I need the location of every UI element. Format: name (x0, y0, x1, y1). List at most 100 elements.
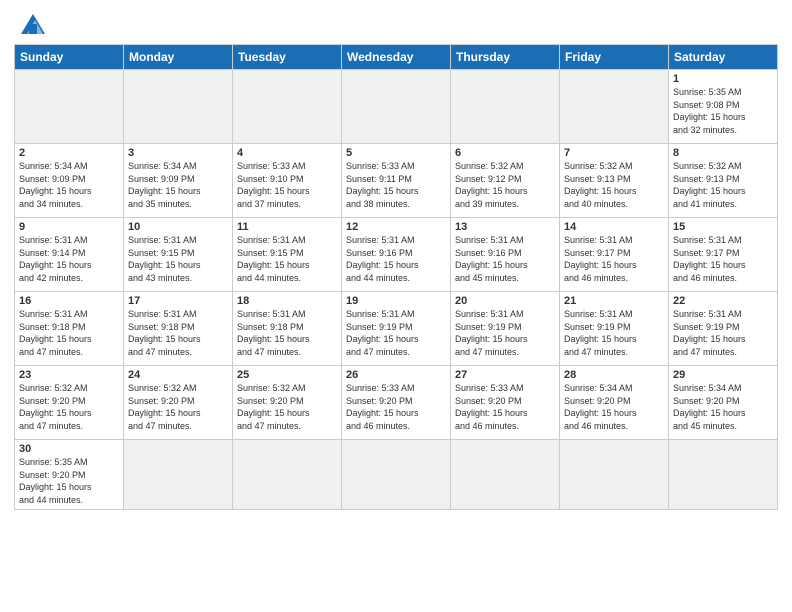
day-number: 28 (564, 369, 664, 381)
day-number: 15 (673, 221, 773, 233)
day-number: 7 (564, 147, 664, 159)
day-cell: 25Sunrise: 5:32 AM Sunset: 9:20 PM Dayli… (233, 366, 342, 440)
day-info: Sunrise: 5:31 AM Sunset: 9:19 PM Dayligh… (455, 308, 555, 358)
weekday-header-monday: Monday (124, 45, 233, 70)
day-number: 21 (564, 295, 664, 307)
day-number: 8 (673, 147, 773, 159)
day-cell: 21Sunrise: 5:31 AM Sunset: 9:19 PM Dayli… (560, 292, 669, 366)
day-cell: 27Sunrise: 5:33 AM Sunset: 9:20 PM Dayli… (451, 366, 560, 440)
day-info: Sunrise: 5:35 AM Sunset: 9:20 PM Dayligh… (19, 456, 119, 506)
calendar-header (14, 10, 778, 38)
weekday-header-wednesday: Wednesday (342, 45, 451, 70)
weekday-header-row: SundayMondayTuesdayWednesdayThursdayFrid… (15, 45, 778, 70)
day-cell: 11Sunrise: 5:31 AM Sunset: 9:15 PM Dayli… (233, 218, 342, 292)
day-number: 16 (19, 295, 119, 307)
day-cell: 7Sunrise: 5:32 AM Sunset: 9:13 PM Daylig… (560, 144, 669, 218)
day-number: 27 (455, 369, 555, 381)
day-cell (233, 70, 342, 144)
day-number: 11 (237, 221, 337, 233)
week-row-3: 9Sunrise: 5:31 AM Sunset: 9:14 PM Daylig… (15, 218, 778, 292)
day-info: Sunrise: 5:31 AM Sunset: 9:19 PM Dayligh… (346, 308, 446, 358)
day-info: Sunrise: 5:33 AM Sunset: 9:20 PM Dayligh… (346, 382, 446, 432)
week-row-4: 16 Sunrise: 5:31 AM Sunset: 9:18 PM Dayli… (15, 292, 778, 366)
day-cell: 28Sunrise: 5:34 AM Sunset: 9:20 PM Dayli… (560, 366, 669, 440)
day-info: Sunrise: 5:31 AM Sunset: 9:14 PM Dayligh… (19, 234, 119, 284)
day-cell: 8Sunrise: 5:32 AM Sunset: 9:13 PM Daylig… (669, 144, 778, 218)
day-cell: 4Sunrise: 5:33 AM Sunset: 9:10 PM Daylig… (233, 144, 342, 218)
day-cell (124, 440, 233, 510)
day-number: 25 (237, 369, 337, 381)
day-cell: 22Sunrise: 5:31 AM Sunset: 9:19 PM Dayli… (669, 292, 778, 366)
day-info: Sunrise: 5:31 AM Sunset: 9:19 PM Dayligh… (673, 308, 773, 358)
logo (14, 10, 49, 38)
day-info: Sunrise: 5:34 AM Sunset: 9:20 PM Dayligh… (564, 382, 664, 432)
day-cell: 10Sunrise: 5:31 AM Sunset: 9:15 PM Dayli… (124, 218, 233, 292)
week-row-2: 2Sunrise: 5:34 AM Sunset: 9:09 PM Daylig… (15, 144, 778, 218)
day-cell: 14Sunrise: 5:31 AM Sunset: 9:17 PM Dayli… (560, 218, 669, 292)
day-cell (342, 70, 451, 144)
day-info: Sunrise: 5:31 AM Sunset: 9:19 PM Dayligh… (564, 308, 664, 358)
day-info: Sunrise: 5:33 AM Sunset: 9:10 PM Dayligh… (237, 160, 337, 210)
day-cell (342, 440, 451, 510)
weekday-header-thursday: Thursday (451, 45, 560, 70)
day-number: 6 (455, 147, 555, 159)
day-info: Sunrise: 5:31 AM Sunset: 9:15 PM Dayligh… (128, 234, 228, 284)
day-cell: 3Sunrise: 5:34 AM Sunset: 9:09 PM Daylig… (124, 144, 233, 218)
day-cell: 12Sunrise: 5:31 AM Sunset: 9:16 PM Dayli… (342, 218, 451, 292)
day-cell (124, 70, 233, 144)
day-info: Sunrise: 5:34 AM Sunset: 9:09 PM Dayligh… (19, 160, 119, 210)
day-cell: 16Sunrise: 5:31 AM Sunset: 9:18 PM Dayli… (15, 292, 124, 366)
day-cell: 24Sunrise: 5:32 AM Sunset: 9:20 PM Dayli… (124, 366, 233, 440)
day-info: Sunrise: 5:31 AM Sunset: 9:17 PM Dayligh… (564, 234, 664, 284)
day-cell: 20Sunrise: 5:31 AM Sunset: 9:19 PM Dayli… (451, 292, 560, 366)
day-number: 26 (346, 369, 446, 381)
day-number: 14 (564, 221, 664, 233)
day-cell: 18Sunrise: 5:31 AM Sunset: 9:18 PM Dayli… (233, 292, 342, 366)
day-info: Sunrise: 5:31 AM Sunset: 9:17 PM Dayligh… (673, 234, 773, 284)
day-info: Sunrise: 5:35 AM Sunset: 9:08 PM Dayligh… (673, 86, 773, 136)
day-number: 3 (128, 147, 228, 159)
day-cell (560, 440, 669, 510)
day-info: Sunrise: 5:34 AM Sunset: 9:20 PM Dayligh… (673, 382, 773, 432)
day-cell: 15Sunrise: 5:31 AM Sunset: 9:17 PM Dayli… (669, 218, 778, 292)
day-info: Sunrise: 5:32 AM Sunset: 9:13 PM Dayligh… (673, 160, 773, 210)
weekday-header-friday: Friday (560, 45, 669, 70)
day-number: 4 (237, 147, 337, 159)
weekday-header-sunday: Sunday (15, 45, 124, 70)
day-info: Sunrise: 5:32 AM Sunset: 9:12 PM Dayligh… (455, 160, 555, 210)
day-number: 24 (128, 369, 228, 381)
week-row-6: 30Sunrise: 5:35 AM Sunset: 9:20 PM Dayli… (15, 440, 778, 510)
calendar-table: SundayMondayTuesdayWednesdayThursdayFrid… (14, 44, 778, 510)
day-number: 1 (673, 73, 773, 85)
day-number: 13 (455, 221, 555, 233)
day-cell (233, 440, 342, 510)
day-cell: 13Sunrise: 5:31 AM Sunset: 9:16 PM Dayli… (451, 218, 560, 292)
day-info: Sunrise: 5:34 AM Sunset: 9:09 PM Dayligh… (128, 160, 228, 210)
day-cell (15, 70, 124, 144)
day-info: Sunrise: 5:31 AM Sunset: 9:18 PM Dayligh… (128, 308, 228, 358)
day-info: Sunrise: 5:31 AM Sunset: 9:16 PM Dayligh… (346, 234, 446, 284)
logo-icon (17, 10, 49, 38)
day-number: 2 (19, 147, 119, 159)
day-info: Sunrise: 5:32 AM Sunset: 9:13 PM Dayligh… (564, 160, 664, 210)
day-cell: 30Sunrise: 5:35 AM Sunset: 9:20 PM Dayli… (15, 440, 124, 510)
day-number: 9 (19, 221, 119, 233)
day-info: Sunrise: 5:33 AM Sunset: 9:11 PM Dayligh… (346, 160, 446, 210)
day-info: Sunrise: 5:32 AM Sunset: 9:20 PM Dayligh… (237, 382, 337, 432)
week-row-1: 1Sunrise: 5:35 AM Sunset: 9:08 PM Daylig… (15, 70, 778, 144)
day-cell: 1Sunrise: 5:35 AM Sunset: 9:08 PM Daylig… (669, 70, 778, 144)
day-info: Sunrise: 5:33 AM Sunset: 9:20 PM Dayligh… (455, 382, 555, 432)
day-info: Sunrise: 5:31 AM Sunset: 9:18 PM Dayligh… (237, 308, 337, 358)
day-info: Sunrise: 5:32 AM Sunset: 9:20 PM Dayligh… (19, 382, 119, 432)
day-cell: 6Sunrise: 5:32 AM Sunset: 9:12 PM Daylig… (451, 144, 560, 218)
day-number: 19 (346, 295, 446, 307)
day-number: 18 (237, 295, 337, 307)
day-cell (451, 70, 560, 144)
day-number: 23 (19, 369, 119, 381)
day-cell: 29Sunrise: 5:34 AM Sunset: 9:20 PM Dayli… (669, 366, 778, 440)
weekday-header-saturday: Saturday (669, 45, 778, 70)
day-info: Sunrise: 5:31 AM Sunset: 9:16 PM Dayligh… (455, 234, 555, 284)
day-number: 22 (673, 295, 773, 307)
day-cell: 19Sunrise: 5:31 AM Sunset: 9:19 PM Dayli… (342, 292, 451, 366)
day-number: 30 (19, 443, 119, 455)
